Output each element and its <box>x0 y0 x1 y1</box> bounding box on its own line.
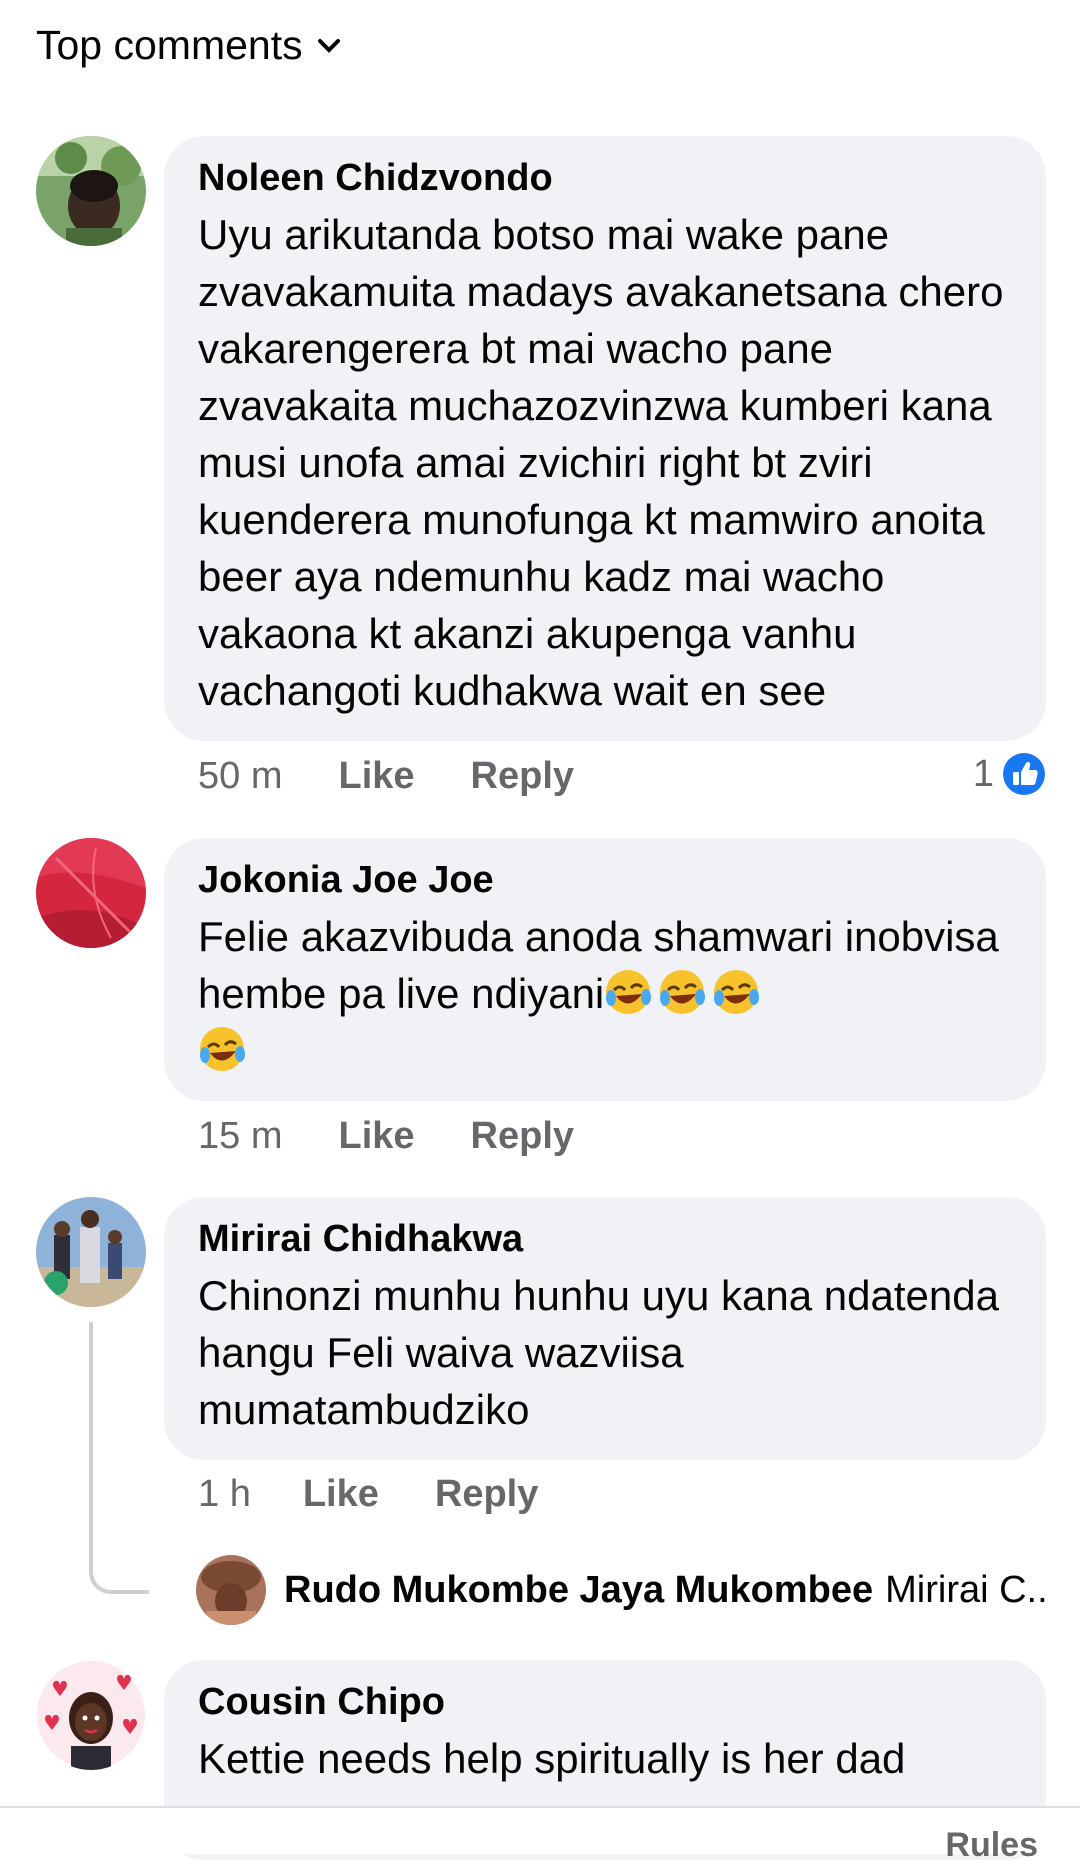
laughing-crying-emoji <box>714 970 760 1014</box>
comment-text: Kettie needs help spiritually is her dad <box>198 1735 906 1782</box>
comment-actions: 1 h Like Reply <box>198 1473 538 1516</box>
reply-preview[interactable]: Rudo Mukombe Jaya Mukombee Mirirai C... <box>196 1555 1046 1625</box>
top-comments-filter[interactable]: Top comments <box>36 22 341 69</box>
laughing-crying-emoji <box>660 970 706 1014</box>
reaction-count[interactable]: 1 <box>973 752 1046 796</box>
like-button[interactable]: Like <box>338 1115 414 1158</box>
comments-sort-label: Top comments <box>36 22 303 68</box>
chevron-down-icon <box>317 38 340 53</box>
reaction-number: 1 <box>972 752 994 795</box>
comment-author[interactable]: Noleen Chidzvondo <box>198 154 1012 202</box>
comment-time[interactable]: 50 m <box>198 755 282 798</box>
comment-bubble: Noleen Chidzvondo Uyu arikutanda botso m… <box>164 136 1046 741</box>
reply-author[interactable]: Rudo Mukombe Jaya Mukombee <box>284 1569 873 1612</box>
rules-link[interactable]: Rules <box>945 1826 1038 1865</box>
comment-time[interactable]: 15 m <box>198 1115 282 1158</box>
avatar[interactable] <box>36 136 146 246</box>
comment-bubble: Jokonia Joe Joe Felie akazvibuda anoda s… <box>164 838 1046 1101</box>
comment-author[interactable]: Jokonia Joe Joe <box>198 856 1012 904</box>
avatar[interactable] <box>36 838 146 948</box>
like-button[interactable]: Like <box>338 755 414 798</box>
reply-button[interactable]: Reply <box>471 755 574 798</box>
bottom-bar: Rules <box>0 1806 1080 1864</box>
like-button[interactable]: Like <box>303 1473 379 1516</box>
comment-text: Chinonzi munhu hunhu uyu kana ndatenda h… <box>198 1272 999 1433</box>
reply-button[interactable]: Reply <box>435 1473 538 1516</box>
laughing-crying-emoji <box>200 1027 245 1071</box>
reply-snippet: Mirirai C... <box>885 1568 1046 1611</box>
comment-text-content: Felie akazvibuda anoda shamwari inobvisa… <box>198 913 999 1017</box>
avatar[interactable] <box>36 1197 146 1307</box>
comment-author[interactable]: Mirirai Chidhakwa <box>198 1215 1012 1263</box>
avatar[interactable] <box>196 1555 266 1625</box>
thread-line <box>89 1322 149 1594</box>
comment-bubble: Mirirai Chidhakwa Chinonzi munhu hunhu u… <box>164 1197 1046 1460</box>
like-thumb-icon <box>1003 753 1045 795</box>
comment-actions: 15 m Like Reply <box>198 1115 574 1158</box>
avatar[interactable] <box>36 1660 146 1770</box>
comment-author[interactable]: Cousin Chipo <box>198 1678 1012 1726</box>
reply-button[interactable]: Reply <box>471 1115 574 1158</box>
comment-text: Uyu arikutanda botso mai wake pane zvava… <box>198 211 1004 714</box>
comment-actions: 50 m Like Reply <box>198 755 574 798</box>
comment-text: Felie akazvibuda anoda shamwari inobvisa… <box>198 908 1012 1079</box>
laughing-crying-emoji <box>606 970 652 1014</box>
comment-time[interactable]: 1 h <box>198 1473 251 1516</box>
